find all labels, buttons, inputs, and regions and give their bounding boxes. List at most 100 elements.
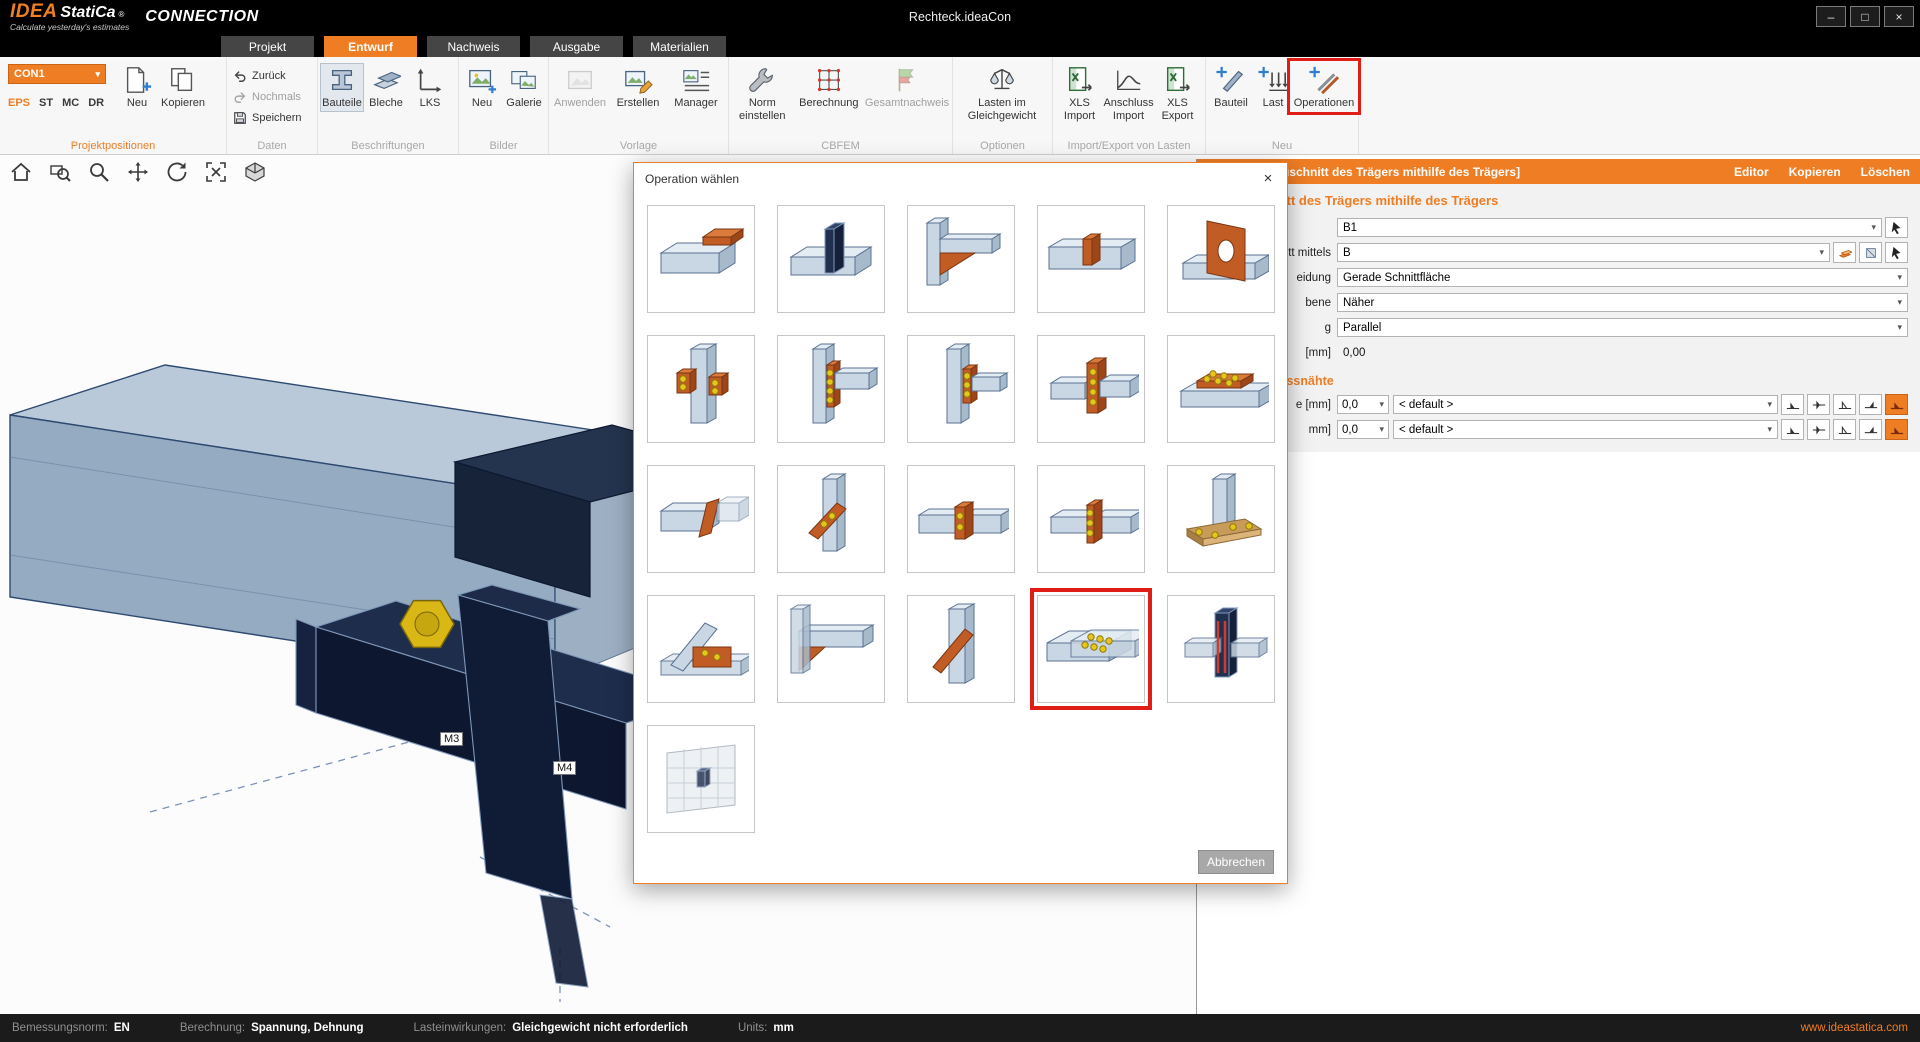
dialog-close-icon[interactable]: × (1258, 168, 1278, 188)
brace-gusset-thumbnail[interactable] (647, 595, 755, 703)
widener-thumbnail[interactable] (647, 205, 755, 313)
splice-thumbnail[interactable] (907, 465, 1015, 573)
diagonal-stiffener-thumbnail[interactable] (907, 595, 1015, 703)
offset-value[interactable]: 0,00 (1337, 347, 1365, 359)
workplane-thumbnail[interactable] (647, 725, 755, 833)
weld-type-button[interactable] (1807, 419, 1830, 440)
website-link[interactable]: www.ideastatica.com (1801, 1022, 1908, 1034)
weld-type-button[interactable] (1807, 394, 1830, 415)
bolted-end-plates-thumbnail[interactable] (1037, 465, 1145, 573)
plate-option-button[interactable] (1833, 242, 1856, 263)
tab-entwurf[interactable]: Entwurf (324, 36, 417, 57)
template-manager-button[interactable]: Manager (667, 63, 725, 112)
stub-thumbnail[interactable] (1037, 335, 1145, 443)
weld-type-button[interactable] (1833, 394, 1856, 415)
weld-type-button[interactable] (1833, 419, 1856, 440)
cleat-thumbnail[interactable] (647, 335, 755, 443)
maximize-button[interactable]: □ (1850, 6, 1880, 27)
fin-plate-thumbnail[interactable] (907, 335, 1015, 443)
operationen-annotation: Operationen (1292, 61, 1356, 112)
direction-select[interactable]: Parallel ▾ (1337, 318, 1908, 337)
connection-import-button[interactable]: Anschluss Import (1104, 63, 1153, 124)
plane-select[interactable]: Näher ▾ (1337, 293, 1908, 312)
editor-button[interactable]: Editor (1734, 165, 1769, 179)
undo-button[interactable]: Zurück (229, 66, 306, 85)
close-button[interactable]: × (1884, 6, 1914, 27)
new-member-button[interactable]: Bauteil (1208, 63, 1254, 112)
type-eps[interactable]: EPS (8, 97, 30, 109)
new-item-button[interactable]: Neu (114, 63, 160, 112)
zoom-all-icon[interactable] (205, 161, 227, 183)
tab-ausgabe[interactable]: Ausgabe (530, 36, 623, 57)
new-picture-button[interactable]: Neu (461, 63, 503, 112)
weld-active-button[interactable] (1885, 394, 1908, 415)
connecting-plate-with-bolts-thumbnail[interactable] (1037, 595, 1145, 703)
weld-type-button[interactable] (1859, 394, 1882, 415)
cut-by-plate-thumbnail[interactable] (777, 205, 885, 313)
cutting-member-select[interactable]: B ▾ (1337, 243, 1830, 262)
minimize-button[interactable]: – (1816, 6, 1846, 27)
save-button[interactable]: Speichern (229, 108, 306, 127)
loads-in-equilibrium-button[interactable]: Lasten im Gleichgewicht (955, 63, 1049, 124)
weld-type-button[interactable] (1781, 394, 1804, 415)
plate-with-opening-thumbnail[interactable] (1167, 205, 1275, 313)
weld-type-button[interactable] (1859, 419, 1882, 440)
labels-plates-button[interactable]: Bleche (364, 63, 408, 112)
labels-lcs-button[interactable]: LKS (408, 63, 452, 112)
connection-selector[interactable]: CON1 ▾ (8, 64, 106, 84)
beam-cut-thumbnail[interactable] (647, 465, 755, 573)
gallery-button[interactable]: Galerie (503, 63, 545, 112)
group-vorlage: Anwenden Erstellen Manager Vorlage (549, 57, 729, 154)
weld-material-select[interactable]: < default > ▾ (1393, 420, 1778, 439)
weld-thumbnail[interactable] (1167, 595, 1275, 703)
redo-button[interactable]: Nochmals (229, 87, 306, 106)
solid-view-icon[interactable] (244, 161, 266, 183)
pick-member-button[interactable] (1885, 217, 1908, 238)
delete-operation-button[interactable]: Löschen (1861, 165, 1910, 179)
new-load-button[interactable]: Last (1254, 63, 1292, 112)
weld-material-select[interactable]: < default > ▾ (1393, 395, 1778, 414)
pick-cutting-member-button[interactable] (1885, 242, 1908, 263)
base-plate-thumbnail[interactable] (1167, 465, 1275, 573)
type-st[interactable]: ST (39, 97, 53, 109)
template-create-button[interactable]: Erstellen (609, 63, 667, 112)
overall-check-button[interactable]: Gesamtnachweis (864, 63, 950, 112)
end-plate-thumbnail[interactable] (777, 335, 885, 443)
weld-active-button[interactable] (1885, 419, 1908, 440)
stiffener-thumbnail[interactable] (1037, 205, 1145, 313)
weld-size-input[interactable]: 0,0 ▾ (1337, 395, 1389, 414)
template-apply-button[interactable]: Anwenden (551, 63, 609, 112)
rotate-icon[interactable] (166, 161, 188, 183)
weld-type-button[interactable] (1781, 419, 1804, 440)
chevron-down-icon: ▾ (1767, 399, 1772, 410)
type-mc[interactable]: MC (62, 97, 79, 109)
chevron-down-icon: ▾ (1379, 424, 1384, 435)
cut-type-select[interactable]: Gerade Schnittfläche ▾ (1337, 268, 1908, 287)
pan-icon[interactable] (127, 161, 149, 183)
copy-item-button[interactable]: Kopieren (160, 63, 206, 112)
code-setup-button[interactable]: Norm einstellen (731, 63, 794, 124)
calculation-button[interactable]: Berechnung (794, 63, 864, 112)
bevel-weld-icon (1838, 423, 1852, 437)
tab-projekt[interactable]: Projekt (221, 36, 314, 57)
tab-nachweis[interactable]: Nachweis (427, 36, 520, 57)
section-option-button[interactable] (1859, 242, 1882, 263)
zoom-icon[interactable] (88, 161, 110, 183)
new-operation-button[interactable]: Operationen (1292, 63, 1356, 112)
haunch-thumbnail[interactable] (907, 205, 1015, 313)
weld-size-input[interactable]: 0,0 ▾ (1337, 420, 1389, 439)
labels-members-button[interactable]: Bauteile (320, 63, 364, 112)
cancel-button[interactable]: Abbrechen (1198, 850, 1274, 874)
xls-import-button[interactable]: XLS Import (1055, 63, 1104, 124)
tab-materialien[interactable]: Materialien (633, 36, 726, 57)
modified-member-select[interactable]: B1 ▾ (1337, 218, 1882, 237)
home-view-icon[interactable] (10, 161, 32, 183)
splice-plate-thumbnail[interactable] (1167, 335, 1275, 443)
gusset-plate-thumbnail[interactable] (777, 465, 885, 573)
zoom-window-icon[interactable] (49, 161, 71, 183)
copy-operation-button[interactable]: Kopieren (1789, 165, 1841, 179)
haunch-bottom-thumbnail[interactable] (777, 595, 885, 703)
type-dr[interactable]: DR (88, 97, 104, 109)
idea-statica-logo: IDEA StatiCa ® Calculate yesterday's est… (10, 2, 129, 32)
xls-export-button[interactable]: XLS Export (1153, 63, 1202, 124)
